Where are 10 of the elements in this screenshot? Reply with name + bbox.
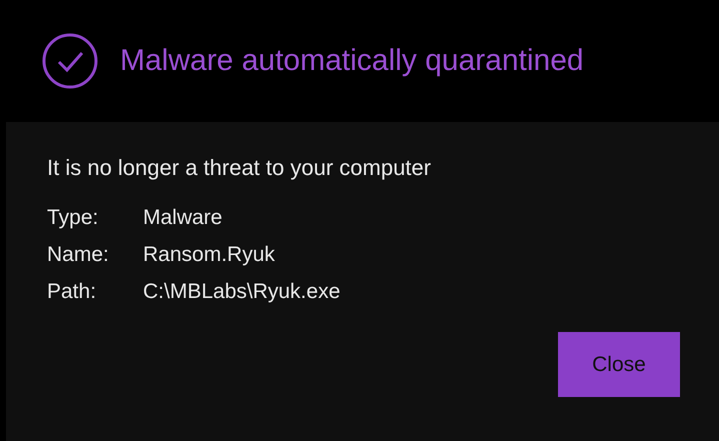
close-button[interactable]: Close: [558, 332, 680, 397]
detail-value: Malware: [143, 205, 222, 231]
detail-value: Ransom.Ryuk: [143, 242, 275, 268]
checkmark-circle-icon: [42, 33, 98, 89]
notification-title: Malware automatically quarantined: [120, 46, 584, 76]
detail-label: Type:: [47, 205, 100, 231]
detail-label: Path:: [47, 279, 98, 305]
detail-label: Name:: [47, 242, 110, 268]
message-text: It is no longer a threat to your computer: [47, 154, 432, 182]
detail-value: C:\MBLabs\Ryuk.exe: [143, 279, 340, 305]
